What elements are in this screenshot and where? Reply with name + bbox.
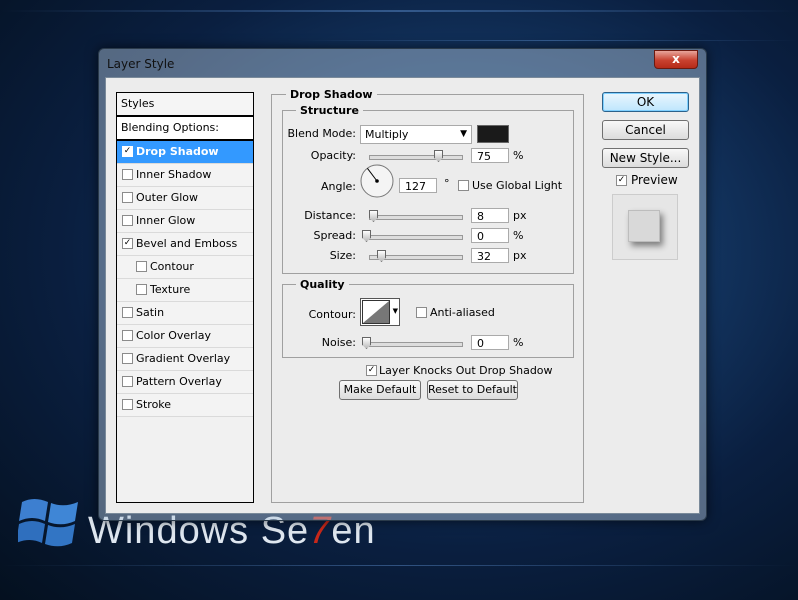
style-item-texture[interactable]: Texture (117, 279, 253, 302)
noise-input[interactable]: 0 (471, 335, 509, 350)
style-item-checkbox[interactable] (122, 307, 133, 318)
size-px-label: px (513, 249, 527, 262)
noise-percent-label: % (513, 336, 524, 349)
style-item-label: Outer Glow (136, 191, 199, 204)
distance-slider-track[interactable] (369, 215, 463, 220)
style-item-gradient-overlay[interactable]: Gradient Overlay (117, 348, 253, 371)
use-global-light-checkbox[interactable] (458, 180, 469, 191)
contour-label: Contour: (308, 308, 356, 321)
size-label: Size: (329, 249, 356, 262)
opacity-slider-track[interactable] (369, 155, 463, 160)
opacity-percent-label: % (513, 149, 524, 162)
style-item-checkbox[interactable] (122, 169, 133, 180)
style-item-label: Drop Shadow (136, 145, 219, 158)
style-item-label: Contour (150, 260, 194, 273)
use-global-light-label[interactable]: Use Global Light (472, 179, 562, 192)
opacity-label: Opacity: (310, 149, 356, 162)
preview-label[interactable]: Preview (631, 173, 678, 187)
angle-input[interactable]: 127 (399, 178, 437, 193)
style-item-inner-glow[interactable]: Inner Glow (117, 210, 253, 233)
reset-to-default-button[interactable]: Reset to Default (427, 380, 518, 400)
noise-label: Noise: (321, 336, 356, 349)
blending-options-item[interactable]: Blending Options: Custom (117, 117, 253, 156)
style-item-label: Color Overlay (136, 329, 211, 342)
style-item-checkbox[interactable] (122, 330, 133, 341)
size-input[interactable]: 32 (471, 248, 509, 263)
chevron-down-icon: ▼ (392, 307, 398, 315)
opacity-input[interactable]: 75 (471, 148, 509, 163)
style-item-checkbox[interactable] (122, 376, 133, 387)
quality-title: Quality (296, 278, 349, 291)
linear-contour-icon (362, 300, 390, 324)
style-item-checkbox[interactable]: ✓ (122, 238, 133, 249)
dialog-title: Layer Style (107, 57, 175, 71)
style-item-label: Texture (150, 283, 191, 296)
dialog-client: Styles Blending Options: Custom ✓Drop Sh… (105, 77, 700, 514)
blend-mode-select[interactable]: Multiply ▼ (360, 125, 472, 144)
degree-symbol: ° (444, 177, 450, 190)
new-style-button[interactable]: New Style... (602, 148, 689, 168)
chevron-down-icon: ▼ (460, 129, 467, 139)
windows-flag-icon (16, 490, 84, 548)
style-item-label: Inner Shadow (136, 168, 212, 181)
styles-list: Styles Blending Options: Custom ✓Drop Sh… (116, 92, 254, 503)
preview-thumbnail (612, 194, 678, 260)
style-item-checkbox[interactable] (136, 284, 147, 295)
anti-aliased-label[interactable]: Anti-aliased (430, 306, 495, 319)
make-default-button[interactable]: Make Default (339, 380, 421, 400)
spread-percent-label: % (513, 229, 524, 242)
distance-input[interactable]: 8 (471, 208, 509, 223)
style-item-outer-glow[interactable]: Outer Glow (117, 187, 253, 210)
style-item-label: Gradient Overlay (136, 352, 231, 365)
style-item-label: Satin (136, 306, 165, 319)
style-item-checkbox[interactable] (136, 261, 147, 272)
structure-title: Structure (296, 104, 363, 117)
distance-label: Distance: (304, 209, 356, 222)
distance-px-label: px (513, 209, 527, 222)
style-item-inner-shadow[interactable]: Inner Shadow (117, 164, 253, 187)
angle-dial[interactable] (360, 164, 394, 198)
styles-header[interactable]: Styles (117, 93, 253, 117)
style-item-checkbox[interactable] (122, 353, 133, 364)
noise-slider-track[interactable] (369, 342, 463, 347)
spread-slider-track[interactable] (369, 235, 463, 240)
style-item-bevel-and-emboss[interactable]: ✓ Bevel and Emboss (117, 233, 253, 256)
close-button[interactable]: x (654, 50, 698, 69)
style-item-drop-shadow[interactable]: ✓ Drop Shadow (117, 141, 253, 164)
style-item-color-overlay[interactable]: Color Overlay (117, 325, 253, 348)
contour-picker[interactable]: ▼ (360, 298, 400, 326)
style-item-checkbox[interactable] (122, 192, 133, 203)
style-item-checkbox[interactable] (122, 399, 133, 410)
style-item-pattern-overlay[interactable]: Pattern Overlay (117, 371, 253, 394)
blend-mode-label: Blend Mode: (287, 127, 357, 140)
shadow-color-swatch[interactable] (477, 125, 509, 143)
style-item-satin[interactable]: Satin (117, 302, 253, 325)
anti-aliased-checkbox[interactable] (416, 307, 427, 318)
blend-mode-value: Multiply (365, 128, 409, 141)
drop-shadow-title: Drop Shadow (286, 88, 377, 101)
spread-input[interactable]: 0 (471, 228, 509, 243)
layer-knocks-out-checkbox[interactable]: ✓ (366, 365, 377, 376)
style-item-contour[interactable]: Contour (117, 256, 253, 279)
style-item-checkbox[interactable] (122, 215, 133, 226)
cancel-button[interactable]: Cancel (602, 120, 689, 140)
preview-checkbox[interactable]: ✓ (616, 175, 627, 186)
style-item-label: Inner Glow (136, 214, 196, 227)
style-item-label: Stroke (136, 398, 172, 411)
angle-label: Angle: (320, 180, 356, 193)
layer-knocks-out-label[interactable]: Layer Knocks Out Drop Shadow (379, 364, 553, 377)
ok-button[interactable]: OK (602, 92, 689, 112)
preview-swatch (628, 210, 660, 242)
style-item-checkbox[interactable]: ✓ (122, 146, 133, 157)
style-item-label: Bevel and Emboss (136, 237, 238, 250)
spread-label: Spread: (313, 229, 356, 242)
style-item-label: Pattern Overlay (136, 375, 222, 388)
layer-style-dialog: Layer Style x Styles Blending Options: C… (98, 48, 707, 521)
style-item-stroke[interactable]: Stroke (117, 394, 253, 417)
